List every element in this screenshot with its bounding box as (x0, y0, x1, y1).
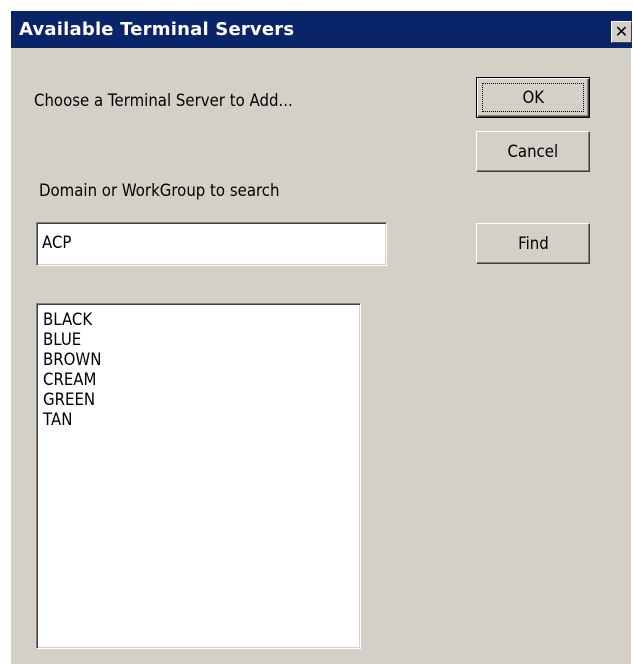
window-title: Available Terminal Servers (19, 19, 295, 40)
domain-input[interactable]: ACP (36, 222, 387, 266)
domain-label: Domain or WorkGroup to search (39, 181, 280, 201)
cancel-button[interactable]: Cancel (476, 131, 590, 172)
list-item[interactable]: BROWN (43, 350, 322, 370)
title-bar[interactable]: Available Terminal Servers (11, 11, 632, 48)
close-icon: ✕ (614, 22, 629, 41)
available-terminal-servers-dialog: Available Terminal Servers ✕ Choose a Te… (10, 10, 632, 664)
list-item[interactable]: BLUE (43, 330, 322, 350)
choose-server-label: Choose a Terminal Server to Add... (34, 91, 293, 111)
list-item[interactable]: TAN (43, 410, 322, 430)
ok-button-label: OK (522, 87, 544, 108)
close-button[interactable]: ✕ (611, 21, 632, 43)
list-item[interactable]: BLACK (43, 310, 322, 330)
list-item[interactable]: CREAM (43, 370, 322, 390)
find-button[interactable]: Find (476, 223, 590, 264)
server-list[interactable]: BLACK BLUE BROWN CREAM GREEN TAN (36, 303, 361, 649)
find-button-label: Find (517, 233, 549, 254)
domain-input-value: ACP (42, 233, 72, 253)
ok-button[interactable]: OK (476, 77, 590, 118)
cancel-button-label: Cancel (507, 141, 559, 162)
list-item[interactable]: GREEN (43, 390, 322, 410)
